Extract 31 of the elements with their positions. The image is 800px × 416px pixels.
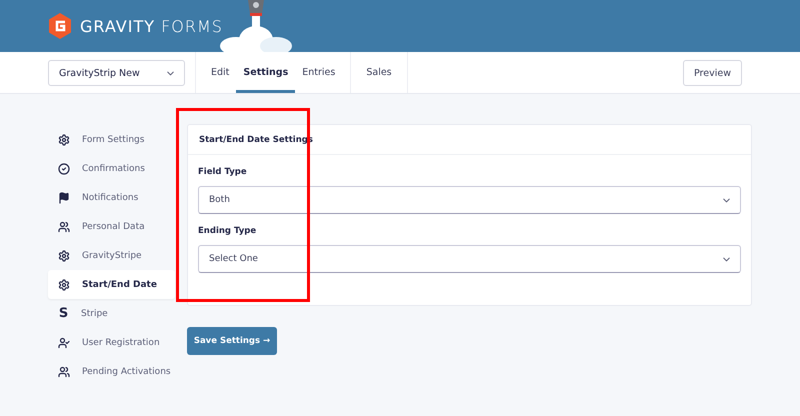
check-circle-icon <box>58 162 70 174</box>
people-icon <box>58 366 70 378</box>
sidebar-item[interactable]: Notifications <box>48 183 175 212</box>
save-settings-button[interactable]: Save Settings → <box>187 327 277 355</box>
sidebar-item[interactable]: Personal Data <box>48 212 175 241</box>
people-icon <box>58 220 70 232</box>
nav-tab[interactable]: Sales <box>359 52 399 93</box>
gear-icon <box>58 134 70 146</box>
field-label: Field Type <box>198 167 248 177</box>
gear-icon <box>58 278 70 290</box>
flag-icon <box>58 192 70 204</box>
gear-icon <box>58 250 70 262</box>
select-field[interactable]: Select One <box>198 245 741 273</box>
sidebar-item[interactable]: User Registration <box>48 328 175 357</box>
user-check-icon <box>58 336 70 348</box>
logo-icon <box>48 13 72 39</box>
select-field[interactable]: Both <box>198 186 741 214</box>
field-label: Ending Type <box>198 226 258 236</box>
nav-tab[interactable]: Settings <box>236 52 296 93</box>
brand-name: GRAVITY FORMS <box>80 16 223 36</box>
form-select[interactable]: GravityStrip New <box>48 60 185 86</box>
sidebar-item[interactable]: Form Settings <box>48 125 175 154</box>
preview-button[interactable]: Preview <box>683 60 742 86</box>
nav-tab[interactable]: Edit <box>204 52 236 93</box>
stripe-letter-icon: S <box>58 306 69 321</box>
sidebar-item[interactable]: GravityStripe <box>48 241 175 270</box>
sidebar-item[interactable]: Confirmations <box>48 154 175 183</box>
sidebar-item[interactable]: Start/End Date <box>48 270 175 299</box>
sidebar-item[interactable]: S Stripe <box>48 299 175 328</box>
sidebar-item[interactable]: Pending Activations <box>48 357 175 386</box>
nav-tab[interactable]: Entries <box>295 52 342 93</box>
